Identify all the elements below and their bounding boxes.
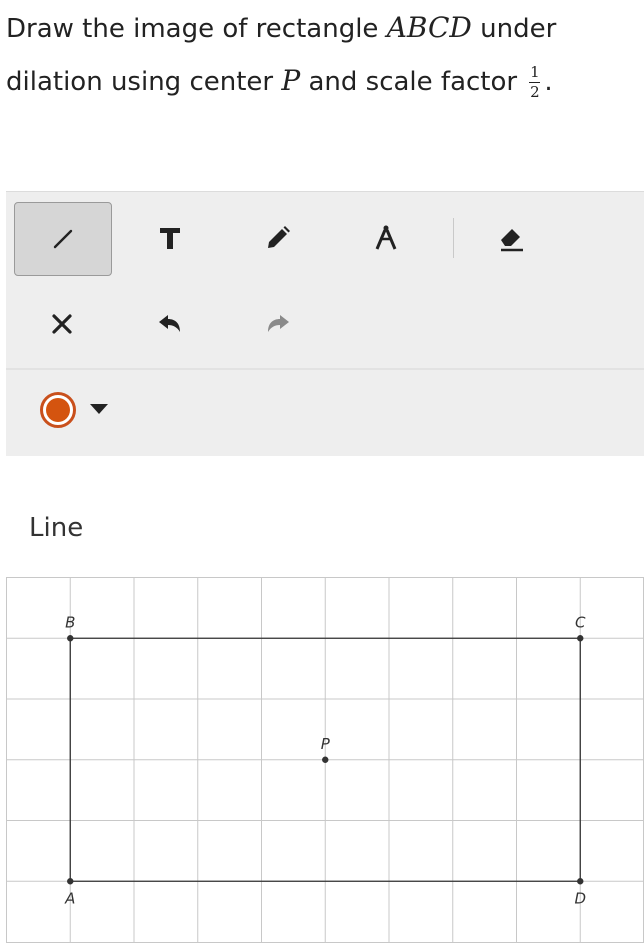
color-picker-button[interactable] [40,392,76,428]
point-label-c: C [575,613,586,631]
scale-factor-fraction: 12 [529,63,541,101]
prompt-line-1: Draw the image of rectangle ABCD under [6,2,636,55]
text-icon [160,228,180,249]
line-tool-button[interactable] [14,202,112,276]
compass-icon [375,225,397,250]
problem-prompt: Draw the image of rectangle ABCD under d… [6,2,636,108]
compass-tool-button[interactable] [338,202,434,274]
text-tool-button[interactable] [122,202,218,274]
point-b [67,635,74,642]
point-label-d: D [574,889,586,907]
prompt-text: dilation using center [6,67,282,97]
center-name: P [281,64,301,97]
prompt-period: . [544,67,553,97]
redo-icon [268,315,289,332]
fraction-denominator: 2 [530,83,540,101]
point-a [67,878,74,885]
active-tool-label: Line [29,513,84,543]
point-label-b: B [65,613,75,631]
coordinate-grid[interactable]: B C P A D [6,577,644,943]
chevron-down-icon[interactable] [90,404,108,414]
eraser-icon [501,229,523,252]
point-label-a: A [64,889,75,907]
clear-button[interactable] [14,288,110,360]
point-c [577,635,584,642]
prompt-text: under [471,14,557,44]
line-icon [53,229,73,249]
point-d [577,878,584,885]
drawing-toolbar [6,191,644,456]
pencil-tool-button[interactable] [230,202,326,274]
pencil-icon [268,226,290,248]
undo-button[interactable] [122,288,218,360]
undo-icon [159,315,180,332]
redo-button[interactable] [230,288,326,360]
prompt-text: and scale factor [300,67,526,97]
prompt-line-2: dilation using center P and scale factor… [6,55,636,108]
point-p [322,756,329,763]
fraction-numerator: 1 [530,63,540,81]
prompt-text: Draw the image of rectangle [6,14,387,44]
rectangle-name: ABCD [386,11,472,44]
selected-color-swatch [46,398,70,422]
drawing-canvas[interactable]: B C P A D [6,577,644,947]
point-label-p: P [321,735,331,753]
close-icon [52,314,72,334]
eraser-tool-button[interactable] [464,202,560,274]
toolbar-separator [453,218,454,258]
toolbar-divider [6,368,644,370]
